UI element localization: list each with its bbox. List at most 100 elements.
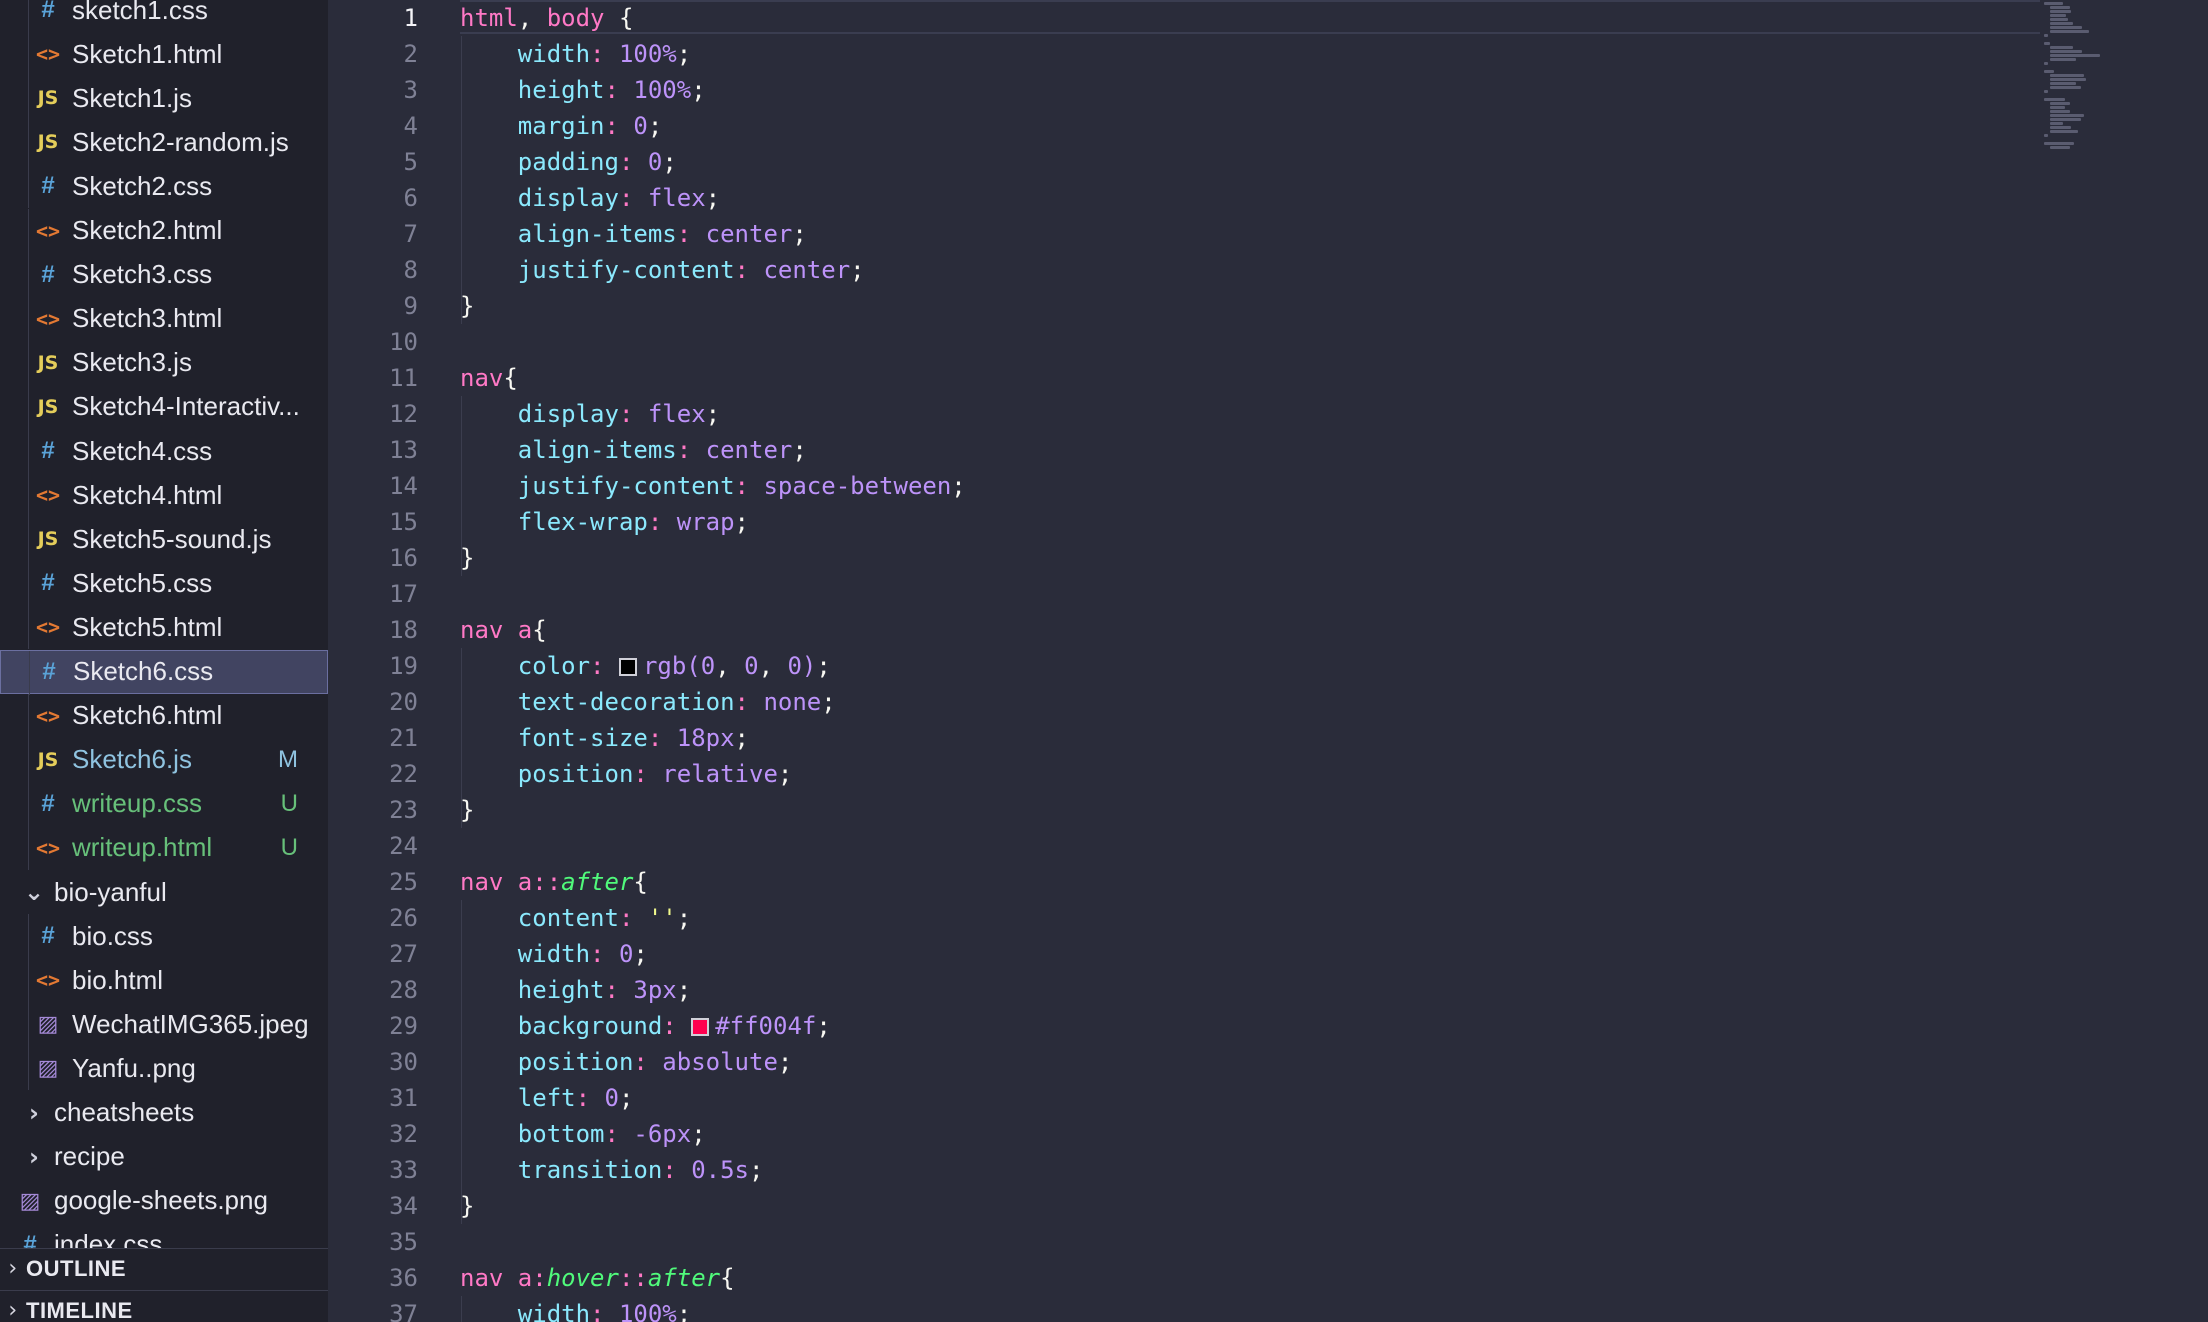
tree-item[interactable]: # index.css [0, 1223, 328, 1248]
code-line[interactable]: nav a::after{ [460, 864, 648, 900]
tree-item[interactable]: ⌄ bio-yanful [0, 870, 328, 914]
tree-item[interactable]: # Sketch5.css [0, 561, 328, 606]
code-line[interactable]: text-decoration: none; [460, 684, 836, 720]
line-number: 32 [389, 1120, 418, 1148]
tree-item[interactable]: # Sketch2.css [0, 164, 328, 209]
tree-item[interactable]: # Sketch3.css [0, 252, 328, 297]
tree-item[interactable]: JS Sketch6.js M [0, 737, 328, 782]
tree-item[interactable]: <> Sketch6.html [0, 693, 328, 738]
tree-item[interactable]: JS Sketch2-random.js [0, 120, 328, 165]
code-line[interactable]: width: 0; [460, 936, 648, 972]
code-token: wrap [676, 508, 735, 536]
timeline-panel-header[interactable]: › TIMELINE [0, 1290, 328, 1322]
tree-item[interactable]: # bio.css [0, 914, 328, 959]
tree-item[interactable]: <> Sketch4.html [0, 473, 328, 518]
code-token: padding [517, 148, 619, 176]
line-number: 34 [389, 1192, 418, 1220]
code-line[interactable]: display: flex; [460, 180, 720, 216]
code-line[interactable]: align-items: center; [460, 432, 807, 468]
code-line[interactable]: content: ''; [460, 900, 691, 936]
tree-item-label: writeup.html [72, 832, 213, 863]
tree-item[interactable]: › cheatsheets [0, 1091, 328, 1135]
code-line[interactable]: flex-wrap: wrap; [460, 504, 749, 540]
tree-item[interactable]: <> Sketch2.html [0, 208, 328, 253]
code-line[interactable]: height: 3px; [460, 972, 691, 1008]
code-line[interactable]: height: 100%; [460, 72, 706, 108]
tree-item[interactable]: JS Sketch3.js [0, 340, 328, 385]
code-token: { [604, 4, 634, 32]
code-token: center [705, 220, 793, 248]
color-swatch-icon[interactable] [618, 658, 637, 676]
code-line[interactable]: width: 100%; [460, 1296, 691, 1322]
code-line[interactable]: } [460, 288, 474, 324]
code-token: 100% [618, 40, 677, 68]
code-token: html [460, 4, 518, 32]
tree-item[interactable]: JS Sketch4-Interactiv... [0, 384, 328, 429]
code-token: : [532, 1264, 547, 1292]
code-line[interactable]: align-items: center; [460, 216, 807, 252]
code-line[interactable]: bottom: -6px; [460, 1116, 706, 1152]
code-editor[interactable]: 1 2 3 4 5 6 7 8 9 10 11 12 13 14 15 16 17 18 19 20 21 22 23 24 2… [328, 0, 2208, 1322]
code-line[interactable]: nav a:hover::after{ [460, 1260, 735, 1296]
code-line[interactable]: position: absolute; [460, 1044, 793, 1080]
code-line[interactable]: width: 100%; [460, 36, 691, 72]
code-area[interactable]: html, body { width: 100%; height: 100%; … [460, 0, 2208, 1322]
tree-item[interactable]: ▨ Yanfu..png [0, 1046, 328, 1091]
code-line[interactable]: position: relative; [460, 756, 793, 792]
code-line[interactable]: nav a{ [460, 612, 547, 648]
code-line[interactable]: transition: 0.5s; [460, 1152, 764, 1188]
tree-item[interactable]: JS Sketch5-sound.js [0, 517, 328, 562]
code-line[interactable]: color: rgb(0, 0, 0); [460, 648, 831, 684]
tree-item[interactable]: # sketch1.css [0, 0, 328, 32]
code-line[interactable]: } [460, 540, 474, 576]
tree-item[interactable]: # Sketch6.css [0, 649, 328, 695]
tree-item[interactable]: › recipe [0, 1135, 328, 1179]
code-token: content [517, 904, 619, 932]
indent-guide [28, 296, 29, 341]
code-token: : [633, 1048, 663, 1076]
line-number: 9 [403, 292, 418, 320]
line-number: 5 [403, 148, 418, 176]
code-line[interactable]: left: 0; [460, 1080, 634, 1116]
code-token: '' [647, 904, 677, 932]
tree-item[interactable]: ▨ WechatIMG365.jpeg [0, 1002, 328, 1047]
code-token: ; [777, 1048, 793, 1076]
code-line[interactable]: background: #ff004f; [460, 1008, 831, 1044]
code-line[interactable]: margin: 0; [460, 108, 663, 144]
code-line[interactable]: justify-content: center; [460, 252, 865, 288]
code-line[interactable]: justify-content: space-between; [460, 468, 966, 504]
tree-item[interactable]: # Sketch4.css [0, 429, 328, 473]
code-line[interactable]: display: flex; [460, 396, 720, 432]
tree-item[interactable]: <> Sketch5.html [0, 605, 328, 650]
tree-item[interactable]: # writeup.css U [0, 781, 328, 826]
code-line[interactable]: html, body { [460, 0, 633, 36]
tree-item[interactable]: <> bio.html [0, 958, 328, 1003]
tree-item[interactable]: ▨ google-sheets.png [0, 1179, 328, 1223]
tree-item[interactable]: <> writeup.html U [0, 825, 328, 870]
tree-item[interactable]: <> Sketch1.html [0, 32, 328, 77]
indent-guide [28, 429, 29, 473]
git-status-badge: U [280, 789, 298, 817]
color-swatch-icon[interactable] [691, 1018, 710, 1036]
code-line[interactable]: nav{ [460, 360, 518, 396]
minimap-line [2050, 6, 2070, 9]
code-token: flex-wrap [517, 508, 648, 536]
tree-item[interactable]: JS Sketch1.js [0, 76, 328, 121]
minimap-line [2050, 18, 2068, 21]
code-line[interactable]: } [460, 792, 474, 828]
code-line[interactable]: } [460, 1188, 474, 1224]
code-line[interactable]: font-size: 18px; [460, 720, 749, 756]
minimap[interactable] [2040, 0, 2208, 1322]
indent-guide [28, 32, 29, 77]
code-token: ; [618, 1084, 634, 1112]
outline-panel-header[interactable]: › OUTLINE [0, 1248, 328, 1288]
tree-item-label: WechatIMG365.jpeg [72, 1008, 309, 1039]
code-line[interactable]: padding: 0; [460, 144, 677, 180]
tree-item[interactable]: <> Sketch3.html [0, 296, 328, 341]
line-number: 25 [389, 868, 418, 896]
code-token: : [618, 400, 648, 428]
timeline-label: TIMELINE [26, 1297, 133, 1322]
